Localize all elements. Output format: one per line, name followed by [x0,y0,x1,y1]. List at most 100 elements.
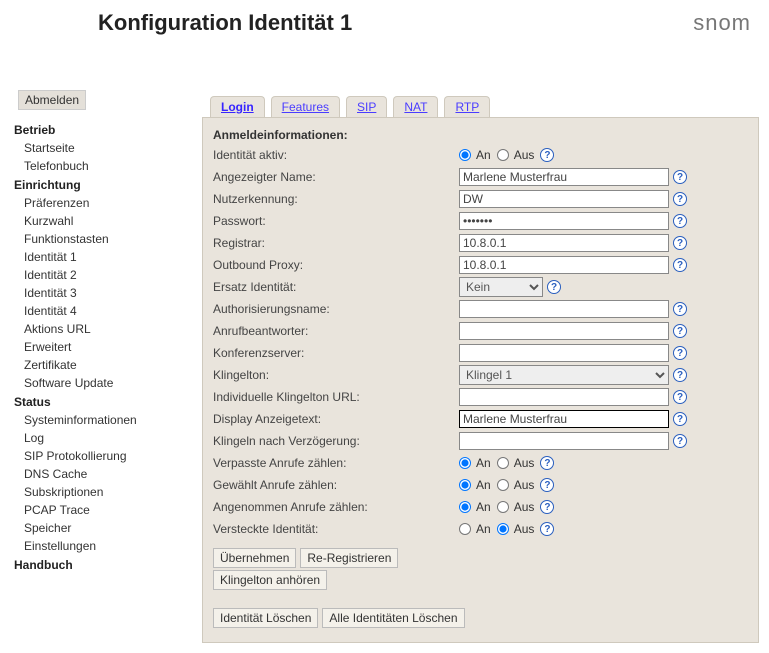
sidebar-item[interactable]: Einstellungen [14,537,202,555]
sidebar-item[interactable]: PCAP Trace [14,501,202,519]
sidebar-item[interactable]: Identität 1 [14,248,202,266]
angenommen-radio-off[interactable] [497,501,509,513]
ersatz_identitaet-select[interactable]: Kein [459,277,543,297]
konferenzserver-input[interactable] [459,344,669,362]
identitaet_aktiv-radio-on[interactable] [459,149,471,161]
sidebar-item[interactable]: Log [14,429,202,447]
alle-identitaeten-loeschen-button[interactable]: Alle Identitäten Löschen [322,608,464,628]
gewaehlt-radio-off[interactable] [497,479,509,491]
verpasste-radio-off[interactable] [497,457,509,469]
help-icon[interactable]: ? [673,346,687,360]
sidebar-item[interactable]: Identität 3 [14,284,202,302]
auth_name-input[interactable] [459,300,669,318]
help-icon[interactable]: ? [673,258,687,272]
sidebar-item[interactable]: Identität 2 [14,266,202,284]
identitaet_aktiv-radio-off[interactable] [497,149,509,161]
angenommen-radio-on[interactable] [459,501,471,513]
help-icon[interactable]: ? [540,500,554,514]
radio-label: Aus [514,500,535,514]
help-icon[interactable]: ? [540,478,554,492]
sidebar-item[interactable]: Startseite [14,139,202,157]
help-icon[interactable]: ? [540,522,554,536]
radio-label: An [476,478,491,492]
anrufbeantworter-input[interactable] [459,322,669,340]
versteckt-radio-on[interactable] [459,523,471,535]
sidebar-item[interactable]: Identität 4 [14,302,202,320]
tab-nat[interactable]: NAT [393,96,438,117]
form-row-ind_klingelton_url: Individuelle Klingelton URL:? [213,386,748,408]
help-icon[interactable]: ? [673,236,687,250]
form-row-konferenzserver: Konferenzserver:? [213,342,748,364]
login-panel: Anmeldeinformationen: Identität aktiv: An… [202,117,759,643]
radio-label: An [476,522,491,536]
tab-features[interactable]: Features [271,96,340,117]
help-icon[interactable]: ? [547,280,561,294]
sidebar-item[interactable]: Systeminformationen [14,411,202,429]
help-icon[interactable]: ? [540,456,554,470]
sidebar-item[interactable]: DNS Cache [14,465,202,483]
help-icon[interactable]: ? [673,324,687,338]
sidebar-header: Handbuch [14,555,202,574]
help-icon[interactable]: ? [673,302,687,316]
sidebar-item[interactable]: Speicher [14,519,202,537]
section-title: Anmeldeinformationen: [213,128,748,142]
angezeigter_name-input[interactable] [459,168,669,186]
outbound_proxy-input[interactable] [459,256,669,274]
field-label: Passwort: [213,214,459,228]
klingelton-select[interactable]: Klingel 1 [459,365,669,385]
help-icon[interactable]: ? [673,214,687,228]
form-row-passwort: Passwort:? [213,210,748,232]
field-label: Individuelle Klingelton URL: [213,390,459,404]
reregistrieren-button[interactable]: Re-Registrieren [300,548,398,568]
field-label: Konferenzserver: [213,346,459,360]
sidebar-header: Einrichtung [14,175,202,194]
ind_klingelton_url-input[interactable] [459,388,669,406]
tab-login[interactable]: Login [210,96,265,117]
klingelton-anhoeren-button[interactable]: Klingelton anhören [213,570,327,590]
sidebar-item[interactable]: Aktions URL [14,320,202,338]
help-icon[interactable]: ? [673,434,687,448]
form-row-registrar: Registrar:? [213,232,748,254]
help-icon[interactable]: ? [673,368,687,382]
main-content: Login Features SIP NAT RTP Anmeldeinformatio… [202,46,769,643]
form-row-klingeln_verz: Klingeln nach Verzögerung:? [213,430,748,452]
gewaehlt-radio-on[interactable] [459,479,471,491]
field-label: Display Anzeigetext: [213,412,459,426]
passwort-input[interactable] [459,212,669,230]
field-label: Nutzerkennung: [213,192,459,206]
identitaet-loeschen-button[interactable]: Identität Löschen [213,608,318,628]
nutzerkennung-input[interactable] [459,190,669,208]
sidebar-item[interactable]: Subskriptionen [14,483,202,501]
brand-logo: snom [693,10,751,36]
versteckt-radio-off[interactable] [497,523,509,535]
field-label: Identität aktiv: [213,148,459,162]
field-label: Angenommen Anrufe zählen: [213,500,459,514]
sidebar-item[interactable]: Kurzwahl [14,212,202,230]
tab-rtp[interactable]: RTP [444,96,490,117]
help-icon[interactable]: ? [673,390,687,404]
logout-button[interactable]: Abmelden [18,90,86,110]
tab-sip[interactable]: SIP [346,96,387,117]
sidebar-item[interactable]: Software Update [14,374,202,392]
help-icon[interactable]: ? [673,412,687,426]
registrar-input[interactable] [459,234,669,252]
help-icon[interactable]: ? [673,170,687,184]
sidebar-item[interactable]: Zertifikate [14,356,202,374]
sidebar-item[interactable]: Erweitert [14,338,202,356]
sidebar-item[interactable]: Präferenzen [14,194,202,212]
radio-label: Aus [514,148,535,162]
field-label: Klingelton: [213,368,459,382]
sidebar-item[interactable]: SIP Protokollierung [14,447,202,465]
help-icon[interactable]: ? [540,148,554,162]
verpasste-radio-on[interactable] [459,457,471,469]
sidebar-item[interactable]: Funktionstasten [14,230,202,248]
sidebar-header: Status [14,392,202,411]
uebernehmen-button[interactable]: Übernehmen [213,548,296,568]
help-icon[interactable]: ? [673,192,687,206]
sidebar-item[interactable]: Telefonbuch [14,157,202,175]
field-label: Anrufbeantworter: [213,324,459,338]
page-title: Konfiguration Identität 1 [98,10,352,36]
sidebar: Abmelden BetriebStartseiteTelefonbuchEin… [14,46,202,643]
klingeln_verz-input[interactable] [459,432,669,450]
display_anzeigetext-input[interactable] [459,410,669,428]
